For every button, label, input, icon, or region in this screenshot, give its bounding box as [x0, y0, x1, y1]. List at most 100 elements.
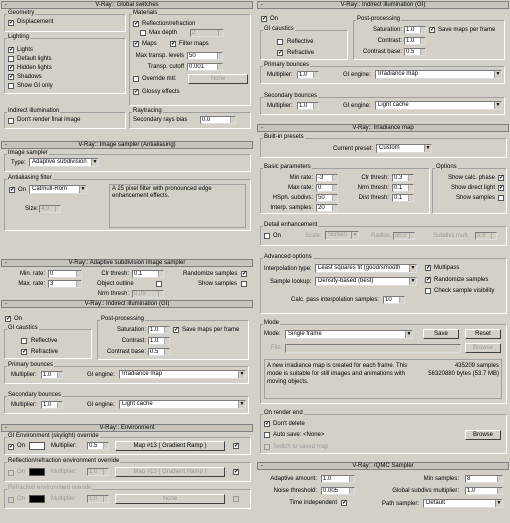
file-path-input[interactable] [285, 344, 461, 353]
saturation-spinner[interactable]: 1.0 [404, 26, 426, 34]
gi-header-left[interactable]: - V-Ray:: Indirect illumination (GI) [1, 300, 253, 308]
subdivs-mult-spinner[interactable]: 0.3 [475, 232, 497, 240]
refractive-checkbox[interactable]: ✓ [21, 349, 27, 355]
displacement-checkbox[interactable]: ✓ [8, 20, 14, 26]
detail-on-checkbox[interactable] [264, 233, 270, 239]
refr-env-map-checkbox[interactable] [233, 496, 239, 502]
gi-on-checkbox[interactable]: ✓ [5, 316, 11, 322]
global-switches-header[interactable]: - V-Ray:: Global switches [1, 1, 253, 9]
aa-on-checkbox[interactable]: ✓ [9, 187, 15, 193]
refl-env-color-swatch[interactable] [29, 468, 45, 476]
reset-button[interactable]: Reset [465, 329, 501, 339]
maps-checkbox[interactable]: ✓ [133, 41, 139, 47]
irr-dist-thresh-spinner[interactable]: 0.1 [392, 194, 414, 202]
irr-clr-thresh-spinner[interactable]: 0.3 [392, 174, 414, 182]
sampler-type-dropdown[interactable]: Adaptive subdivision ▼ [29, 158, 99, 167]
contrast-base-spinner[interactable]: 0.5 [404, 48, 426, 56]
secondary-engine-dropdown[interactable]: Light cache ▼ [119, 400, 246, 409]
primary-multiplier-spinner[interactable]: 1.0 [41, 371, 63, 379]
multipass-checkbox[interactable]: ✓ [425, 265, 431, 271]
show-gi-only-checkbox[interactable] [8, 83, 14, 89]
nrm-thresh-spinner[interactable]: 0.05 [132, 290, 164, 298]
max-depth-checkbox[interactable] [140, 30, 146, 36]
check-visibility-checkbox[interactable] [425, 288, 431, 294]
gi-on-checkbox[interactable]: ✓ [261, 16, 267, 22]
browse-button[interactable]: Browse [465, 343, 501, 353]
primary-engine-dropdown[interactable]: Irradiance map ▼ [119, 370, 246, 379]
primary-multiplier-spinner[interactable]: 1.0 [297, 71, 319, 79]
scale-dropdown[interactable]: Screen ▼ [325, 231, 359, 240]
calc-pass-spinner[interactable]: 10 [383, 296, 405, 304]
override-mtl-button[interactable]: None [188, 74, 248, 84]
auto-save-checkbox[interactable] [264, 432, 270, 438]
environment-header[interactable]: - V-Ray:: Environment [1, 424, 253, 432]
time-independent-checkbox[interactable]: ✓ [341, 500, 347, 506]
global-subdivs-spinner[interactable]: 1.0 [465, 487, 503, 495]
save-maps-checkbox[interactable]: ✓ [429, 27, 435, 33]
lights-checkbox[interactable]: ✓ [8, 47, 14, 53]
transp-cutoff-spinner[interactable]: 0.001 [187, 63, 223, 71]
radius-spinner[interactable]: 60.0 [393, 232, 415, 240]
irr-min-rate-spinner[interactable]: -3 [316, 174, 338, 182]
show-calc-phase-checkbox[interactable]: ✓ [498, 175, 504, 181]
refractive-checkbox[interactable]: ✓ [277, 50, 283, 56]
irr-show-samples-checkbox[interactable] [498, 195, 504, 201]
image-sampler-header[interactable]: - V-Ray:: Image sampler (Antialiasing) [1, 141, 253, 149]
gi-env-map-checkbox[interactable]: ✓ [233, 443, 239, 449]
show-direct-light-checkbox[interactable]: ✓ [498, 185, 504, 191]
auto-save-browse-button[interactable]: Browse [465, 430, 501, 440]
interp-samples-spinner[interactable]: 20 [316, 204, 338, 212]
refl-env-on-checkbox[interactable] [8, 470, 14, 476]
current-preset-dropdown[interactable]: Custom ▼ [376, 144, 432, 153]
refr-env-on-checkbox[interactable] [8, 497, 14, 503]
reflective-checkbox[interactable] [21, 338, 27, 344]
show-samples-checkbox[interactable] [241, 281, 247, 287]
contrast-spinner[interactable]: 1.0 [404, 37, 426, 45]
save-button[interactable]: Save [423, 329, 459, 339]
max-rate-spinner[interactable]: 3 [48, 280, 82, 288]
glossy-effects-checkbox[interactable]: ✓ [133, 89, 139, 95]
object-outline-checkbox[interactable] [156, 281, 162, 287]
gi-header-right[interactable]: - V-Ray:: Indirect illumination (GI) [257, 1, 509, 9]
primary-engine-dropdown[interactable]: Irradiance map ▼ [375, 70, 502, 79]
override-mtl-checkbox[interactable] [133, 76, 139, 82]
adaptive-subdivision-header[interactable]: - V-Ray:: Adaptive subdivision image samp… [1, 259, 253, 267]
reflection-refraction-checkbox[interactable]: ✓ [133, 21, 139, 27]
default-lights-checkbox[interactable] [8, 56, 14, 62]
gi-env-on-checkbox[interactable]: ✓ [8, 444, 14, 450]
saturation-spinner[interactable]: 1.0 [148, 326, 170, 334]
irr-nrm-thresh-spinner[interactable]: 0.1 [392, 184, 414, 192]
secondary-bias-spinner[interactable]: 0.0 [200, 116, 236, 124]
contrast-base-spinner[interactable]: 0.5 [148, 348, 170, 356]
mode-dropdown[interactable]: Single frame ▼ [285, 330, 413, 339]
refr-env-map-button[interactable]: None [115, 494, 225, 504]
clr-thresh-spinner[interactable]: 0.1 [132, 270, 164, 278]
contrast-spinner[interactable]: 1.0 [148, 337, 170, 345]
adaptive-amount-spinner[interactable]: 1.0 [321, 475, 355, 483]
noise-threshold-spinner[interactable]: 0.005 [321, 487, 355, 495]
gi-env-multiplier-spinner[interactable]: 0.5 [87, 442, 109, 450]
irr-max-rate-spinner[interactable]: 0 [316, 184, 338, 192]
max-depth-spinner[interactable]: 2 [190, 29, 224, 37]
save-maps-checkbox[interactable]: ✓ [173, 327, 179, 333]
min-rate-spinner[interactable]: 0 [48, 270, 82, 278]
path-sampler-dropdown[interactable]: Default ▼ [423, 499, 503, 508]
secondary-multiplier-spinner[interactable]: 1.0 [297, 102, 319, 110]
refr-env-multiplier-spinner[interactable]: 1.0 [87, 495, 109, 503]
shadows-checkbox[interactable]: ✓ [8, 74, 14, 80]
refr-env-color-swatch[interactable] [29, 495, 45, 503]
rqmc-sampler-header[interactable]: - V-Ray:: rQMC Sampler [257, 462, 509, 470]
refl-env-map-button[interactable]: Map #13 ( Gradient Ramp ) [115, 467, 225, 477]
filter-size-spinner[interactable]: 4.0 [39, 205, 61, 213]
hidden-lights-checkbox[interactable]: ✓ [8, 65, 14, 71]
irradiance-map-header[interactable]: - V-Ray:: Irradiance map [257, 124, 509, 132]
max-transp-levels-spinner[interactable]: 50 [187, 52, 223, 60]
dont-delete-checkbox[interactable]: ✓ [264, 421, 270, 427]
dont-render-final-checkbox[interactable] [8, 118, 14, 124]
sample-lookup-dropdown[interactable]: Density-based (best) ▼ [315, 277, 417, 286]
aa-filter-dropdown[interactable]: Catmull-Rom ▼ [29, 185, 87, 194]
gi-env-map-button[interactable]: Map #13 ( Gradient Ramp ) [115, 441, 225, 451]
filter-maps-checkbox[interactable]: ✓ [170, 41, 176, 47]
refl-env-map-checkbox[interactable]: ✓ [233, 469, 239, 475]
refl-env-multiplier-spinner[interactable]: 1.0 [87, 468, 109, 476]
